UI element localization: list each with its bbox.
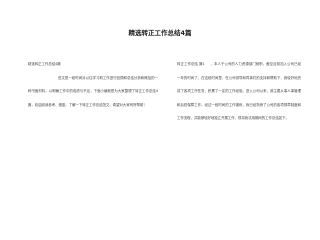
document-page: 精选转正工作总结4篇 精选转正工作总结4篇 范文是一段时间对以往学习和工作进行回…	[0, 0, 320, 226]
document-subtitle: 精选转正工作总结4篇	[28, 62, 61, 66]
document-title: 精选转正工作总结4篇	[128, 29, 192, 37]
body-paragraph-right: 转正工作总结 篇1 ，本人于公司的人力资源部门就职，截至目前加入公司已经一年的时…	[177, 62, 301, 121]
left-column: 精选转正工作总结4篇 范文是一段时间对以往学习和工作进行回顾和总结分析和概括的一…	[28, 58, 158, 112]
right-column: 转正工作总结 篇1 ，本人于公司的人力资源部门就职，截至目前加入公司已经一年的时…	[177, 58, 301, 126]
body-paragraph: 范文是一段时间对以往学习和工作进行回顾和总结分析和概括的一种书面材料，以明确工作…	[28, 75, 158, 107]
